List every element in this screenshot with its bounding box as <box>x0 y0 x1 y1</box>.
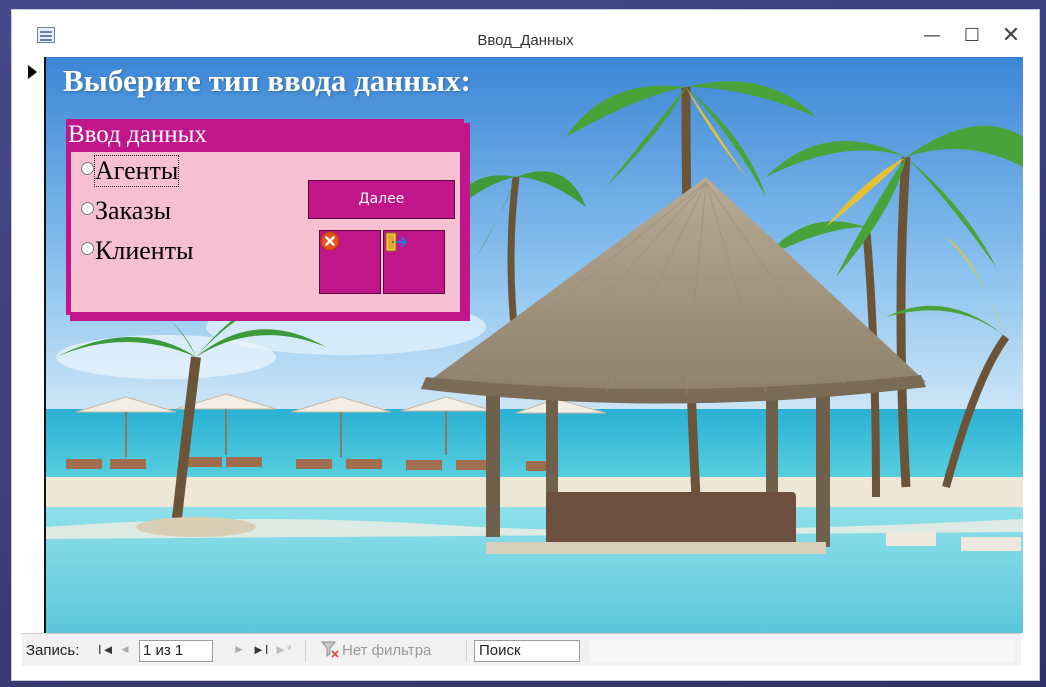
cancel-icon <box>320 231 340 251</box>
previous-record-icon[interactable]: ◄ <box>119 642 131 656</box>
record-label: Запись: <box>26 642 80 659</box>
new-record-icon[interactable]: ►* <box>274 642 292 657</box>
last-record-icon[interactable]: ►I <box>252 642 268 657</box>
option-group-title: Ввод данных <box>68 121 207 148</box>
search-input[interactable]: Поиск <box>474 640 580 662</box>
radio-button[interactable] <box>81 242 94 255</box>
option-label[interactable]: Заказы <box>95 196 171 226</box>
exit-door-icon <box>385 232 408 252</box>
record-navigation-bar: Запись: I◄ ◄ 1 из 1 ► ►I ►* Нет фильтра … <box>22 633 1021 666</box>
cancel-button[interactable] <box>319 230 381 294</box>
maximize-button[interactable]: ☐ <box>955 22 989 50</box>
first-record-icon[interactable]: I◄ <box>98 642 114 657</box>
option-label[interactable]: Клиенты <box>95 236 194 266</box>
current-record-arrow-icon <box>28 65 37 79</box>
form-detail-area: Выберите тип ввода данных: Ввод данных А… <box>46 57 1023 633</box>
record-selector[interactable] <box>22 57 46 633</box>
filter-off-icon[interactable] <box>320 639 340 659</box>
option-orders[interactable]: Заказы <box>81 196 171 230</box>
exit-button[interactable] <box>383 230 445 294</box>
filter-status[interactable]: Нет фильтра <box>342 642 431 659</box>
close-button[interactable]: ✕ <box>994 22 1028 50</box>
minimize-button[interactable]: — <box>915 22 949 50</box>
radio-button[interactable] <box>81 202 94 215</box>
next-button[interactable]: Далее <box>308 180 455 219</box>
horizontal-scrollbar[interactable] <box>590 640 1014 662</box>
next-record-icon[interactable]: ► <box>233 642 245 656</box>
option-clients[interactable]: Клиенты <box>81 236 194 270</box>
option-agents[interactable]: Агенты <box>81 155 180 190</box>
page-heading: Выберите тип ввода данных: <box>63 63 472 98</box>
option-label[interactable]: Агенты <box>93 155 180 187</box>
radio-button[interactable] <box>81 162 94 175</box>
title-bar: Ввод_Данных — ☐ ✕ <box>12 10 1039 64</box>
option-group-body: Агенты Заказы Клиенты Далее <box>71 152 460 312</box>
window-title: Ввод_Данных <box>477 32 574 49</box>
separator <box>466 640 467 662</box>
option-group-frame: Ввод данных Агенты Заказы Клиенты Далее <box>66 119 464 315</box>
current-record-field[interactable]: 1 из 1 <box>139 640 213 662</box>
separator <box>305 640 306 662</box>
